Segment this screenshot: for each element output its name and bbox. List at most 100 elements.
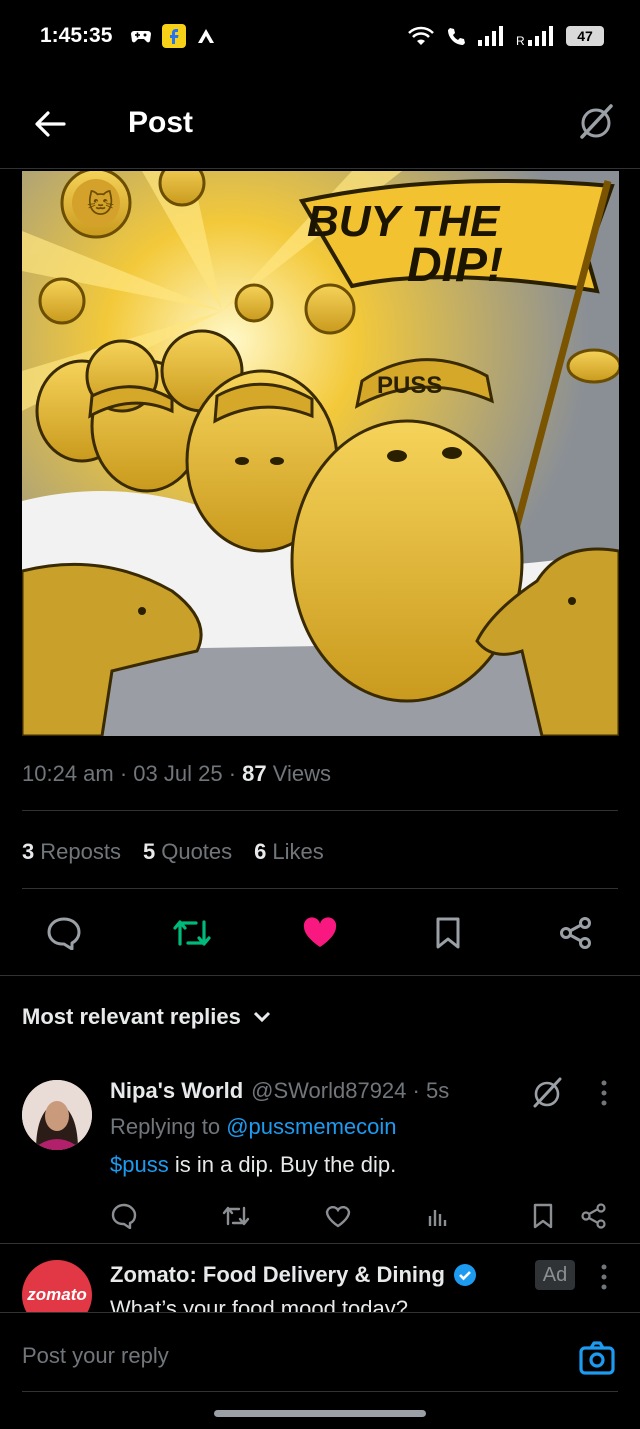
cashtag-link[interactable]: $puss [110, 1152, 169, 1177]
reply-input[interactable] [22, 1343, 542, 1369]
camera-icon [579, 1341, 615, 1375]
analytics-icon [428, 1210, 447, 1226]
reply-text: $puss is in a dip. Buy the dip. [110, 1152, 396, 1178]
repost-button[interactable] [170, 908, 214, 958]
flipkart-icon [162, 24, 187, 48]
reply-text-body: is in a dip. Buy the dip. [168, 1152, 397, 1177]
quotes-label: Quotes [161, 839, 233, 864]
reply-share-button[interactable] [578, 1200, 610, 1232]
wifi-icon [408, 26, 434, 45]
reposts-count: 3 [22, 839, 35, 864]
reply-like-button[interactable] [322, 1200, 354, 1232]
replies-sort-label: Most relevant replies [22, 1004, 241, 1029]
share-button[interactable] [554, 908, 598, 958]
reply-item[interactable]: Nipa's World @SWorld87924 · 5s Replying t… [0, 1068, 640, 1243]
top-bar: Post [0, 82, 640, 168]
ad-author-name: Zomato: Food Delivery & Dining [110, 1262, 445, 1287]
reposts-label: Reposts [40, 839, 121, 864]
bookmark-icon [436, 917, 460, 949]
post-date: 03 Jul 25 [133, 761, 223, 786]
status-bar: 1:45:35 R 47 [0, 0, 640, 72]
quotes-stat[interactable]: 5 Quotes [143, 839, 232, 865]
heart-icon [325, 1205, 351, 1228]
arrow-up-icon [198, 29, 215, 43]
post-action-bar [0, 908, 640, 958]
status-system-icons: R 47 [406, 25, 604, 47]
heart-filled-icon [303, 917, 337, 947]
repost-icon [173, 920, 211, 946]
status-time: 1:45:35 [40, 24, 113, 47]
meta-divider [22, 810, 618, 811]
helmet-text: PUSS [377, 372, 442, 399]
ad-author[interactable]: Zomato: Food Delivery & Dining [110, 1262, 477, 1288]
likes-stat[interactable]: 6 Likes [254, 839, 324, 865]
share-icon [560, 917, 591, 949]
battery-indicator: 47 [566, 26, 604, 46]
grok-button[interactable] [574, 100, 618, 144]
reply-grok-button[interactable] [530, 1076, 564, 1110]
svg-text:🐱: 🐱 [87, 190, 114, 220]
volte-call-icon [448, 28, 465, 45]
reply-button[interactable] [42, 908, 86, 958]
bookmark-icon [533, 1203, 553, 1229]
ad-more-button[interactable] [596, 1262, 612, 1292]
reply-repost-button[interactable] [220, 1200, 252, 1232]
stats-divider [22, 888, 618, 889]
replies-sort-dropdown[interactable]: Most relevant replies [22, 1004, 271, 1030]
replying-to-mention[interactable]: @pussmemecoin [226, 1114, 396, 1139]
replying-to: Replying to @pussmemecoin [110, 1114, 397, 1140]
likes-label: Likes [272, 839, 324, 864]
gamepad-icon [131, 31, 152, 43]
bookmark-button[interactable] [426, 908, 470, 958]
reply-more-button[interactable] [596, 1078, 612, 1108]
signal-icon [478, 26, 503, 46]
header-divider [0, 168, 640, 169]
likes-count: 6 [254, 839, 267, 864]
post-time: 10:24 am [22, 761, 114, 786]
comment-icon [111, 1203, 137, 1229]
reply-reply-button[interactable] [108, 1200, 140, 1232]
more-vertical-icon [601, 1264, 607, 1290]
promoted-post[interactable]: zomato Zomato: Food Delivery & Dining Ad… [0, 1244, 640, 1314]
repost-icon [222, 1206, 250, 1226]
reply-views-button[interactable] [422, 1200, 454, 1232]
buy-the-dip-illustration: 🐱 BUY THE DIP! PUSS [22, 171, 619, 736]
reply-header: Nipa's World @SWorld87924 · 5s [110, 1078, 450, 1103]
home-indicator[interactable] [214, 1410, 426, 1417]
camera-button[interactable] [578, 1339, 616, 1377]
replying-to-prefix: Replying to [110, 1114, 221, 1139]
like-button[interactable] [298, 908, 342, 958]
post-stats: 3 Reposts 5 Quotes 6 Likes [22, 839, 324, 865]
grok-icon [533, 1077, 562, 1108]
signal-roaming-icon: R [516, 26, 553, 47]
composer-divider [22, 1391, 618, 1392]
reply-author-handle[interactable]: @SWorld87924 [251, 1078, 406, 1103]
grok-icon [580, 104, 613, 139]
svg-text:R: R [516, 34, 525, 47]
reply-author-name[interactable]: Nipa's World [110, 1078, 243, 1103]
views-label: Views [272, 761, 332, 786]
page-title: Post [128, 106, 194, 139]
avatar-photo [22, 1080, 92, 1150]
ad-badge: Ad [535, 1260, 575, 1290]
views-count: 87 [242, 761, 267, 786]
reply-age: 5s [425, 1078, 450, 1103]
reposts-stat[interactable]: 3 Reposts [22, 839, 121, 865]
quotes-count: 5 [142, 839, 156, 864]
avatar[interactable] [22, 1080, 92, 1150]
post-image[interactable]: 🐱 BUY THE DIP! PUSS [22, 171, 619, 736]
more-vertical-icon [601, 1080, 607, 1106]
back-button[interactable] [30, 104, 70, 144]
ad-avatar[interactable]: zomato [22, 1260, 92, 1314]
verified-badge-icon [453, 1264, 476, 1286]
comment-icon [47, 917, 81, 950]
status-notification-icons [130, 24, 216, 48]
chevron-down-icon [253, 1011, 270, 1023]
actions-divider [0, 975, 640, 976]
banner-text-line2: DIP! [407, 239, 503, 292]
reply-bookmark-button[interactable] [527, 1200, 559, 1232]
post-meta: 10:24 am · 03 Jul 25 · 87 Views [22, 761, 332, 786]
arrow-left-icon [35, 111, 66, 137]
reply-composer [0, 1312, 640, 1429]
share-icon [581, 1203, 606, 1229]
